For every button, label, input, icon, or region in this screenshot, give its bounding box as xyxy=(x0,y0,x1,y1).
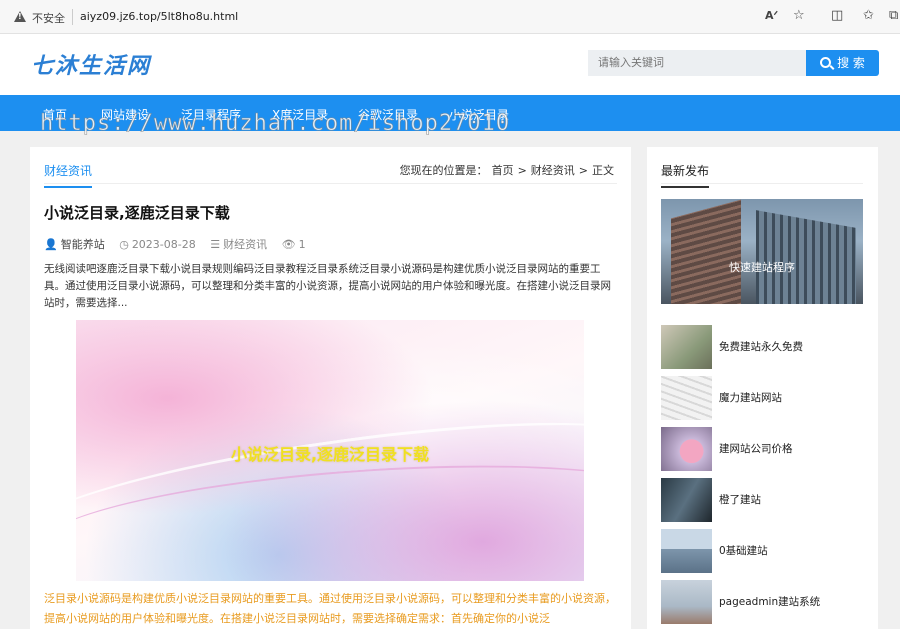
article-title: 小说泛目录,逐鹿泛目录下载 xyxy=(44,204,230,222)
favorite-icon[interactable]: ☆ xyxy=(793,8,805,24)
sidebar-item[interactable]: 0基础建站 xyxy=(661,529,863,573)
thumbnail-keyboard xyxy=(661,376,712,420)
sidebar-item-label: 建网站公司价格 xyxy=(719,443,793,455)
eye-icon: 👁 xyxy=(281,238,296,251)
article-category[interactable]: 财经资讯 xyxy=(223,238,267,251)
address-separator xyxy=(72,9,73,25)
article-views: 1 xyxy=(298,238,306,251)
article-card: 财经资讯 您现在的位置是： 首页 > 财经资讯 > 正文 小说泛目录,逐鹿泛目录下载 👤 智… xyxy=(30,147,631,629)
favorites-list-icon[interactable]: ✩ xyxy=(863,8,874,24)
sidebar-item-label: 橙了建站 xyxy=(719,494,761,506)
search-input[interactable] xyxy=(588,50,806,76)
breadcrumb-separator: > xyxy=(517,164,527,177)
breadcrumb-current: 正文 xyxy=(592,164,614,177)
watermark-text: https://www.huzhan.com/ishop27010 xyxy=(40,111,511,137)
article-meta: 👤 智能养站 ◷ 2023-08-28 ☰ 财经资讯 👁 1 xyxy=(44,236,317,252)
building-image xyxy=(671,199,741,304)
sidebar-item-label: 魔力建站网站 xyxy=(719,392,782,404)
thumbnail-tower xyxy=(661,580,712,624)
building-image xyxy=(756,210,856,304)
sidebar-item[interactable]: 免费建站永久免费 xyxy=(661,325,863,369)
search-icon xyxy=(820,57,832,68)
site-logo[interactable]: 七沐生活网 xyxy=(31,48,151,80)
article-date: 2023-08-28 xyxy=(131,238,196,251)
sidebar-item-label: 0基础建站 xyxy=(719,545,768,557)
search-button[interactable]: 搜 索 xyxy=(806,50,879,76)
read-aloud-icon[interactable]: Aᐟ xyxy=(765,8,778,24)
sidebar-item[interactable]: pageadmin建站系统 xyxy=(661,580,863,624)
warning-icon[interactable] xyxy=(14,11,26,22)
thumbnail-piggy-bank xyxy=(661,427,712,471)
article-image: 小说泛目录,逐鹿泛目录下载 xyxy=(76,320,584,581)
sidebar-item[interactable]: 建网站公司价格 xyxy=(661,427,863,471)
thumbnail-city-skyline xyxy=(661,529,712,573)
breadcrumb-separator: > xyxy=(578,164,588,177)
article-body: 泛目录小说源码是构建优质小说泛目录网站的重要工具。通过使用泛目录小说源码，可以整… xyxy=(44,592,616,625)
breadcrumb-home[interactable]: 首页 xyxy=(492,164,514,177)
insecure-label[interactable]: 不安全 xyxy=(32,10,65,26)
site-header: 七沐生活网 搜 索 xyxy=(0,34,900,95)
sidebar-item[interactable]: 橙了建站 xyxy=(661,478,863,522)
search-button-label: 搜 索 xyxy=(837,56,865,70)
sidebar-item[interactable]: 魔力建站网站 xyxy=(661,376,863,420)
split-screen-icon[interactable]: ◫ xyxy=(831,8,843,24)
thumbnail-photo xyxy=(661,478,712,522)
article-author[interactable]: 智能养站 xyxy=(61,238,105,251)
thumbnail-money xyxy=(661,325,712,369)
address-bar[interactable]: aiyz09.jz6.top/5lt8ho8u.html xyxy=(80,10,238,23)
article-image-caption: 小说泛目录,逐鹿泛目录下载 xyxy=(230,445,430,464)
latest-tab[interactable]: 最新发布 xyxy=(661,162,710,188)
collections-icon[interactable]: ⧉ xyxy=(889,8,898,24)
breadcrumb-prefix: 您现在的位置是： xyxy=(399,164,488,177)
sidebar-item-label: pageadmin建站系统 xyxy=(719,596,821,608)
featured-post[interactable]: 快速建站程序 xyxy=(661,199,863,304)
breadcrumb: 您现在的位置是： 首页 > 财经资讯 > 正文 xyxy=(398,162,616,178)
browser-toolbar: 不安全 aiyz09.jz6.top/5lt8ho8u.html Aᐟ ☆ ◫ … xyxy=(0,0,900,34)
divider xyxy=(661,183,863,184)
user-icon: 👤 xyxy=(44,238,58,251)
list-icon: ☰ xyxy=(210,238,221,251)
sidebar: 最新发布 快速建站程序 免费建站永久免费 魔力建站网站 建网站公司价格 橙了建站… xyxy=(647,147,878,629)
sidebar-item-label: 免费建站永久免费 xyxy=(719,341,803,353)
breadcrumb-category[interactable]: 财经资讯 xyxy=(531,164,575,177)
category-tab[interactable]: 财经资讯 xyxy=(44,162,93,188)
divider xyxy=(44,183,617,184)
featured-post-title: 快速建站程序 xyxy=(729,261,795,274)
article-summary: 无线阅读吧逐鹿泛目录下载小说目录规则编码泛目录教程泛目录系统泛目录小说源码是构建… xyxy=(44,263,611,309)
clock-icon: ◷ xyxy=(119,238,129,251)
